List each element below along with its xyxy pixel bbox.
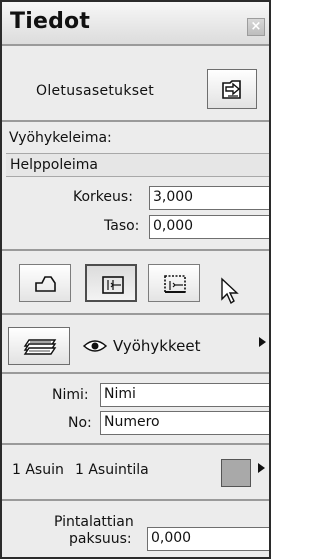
layer-name: Vyöhykkeet — [113, 337, 201, 355]
divider — [2, 443, 269, 445]
zone-name-label: Nimi: — [52, 387, 89, 403]
floor-thickness-input[interactable]: 0,000 — [147, 527, 269, 551]
category-name: 1 Asuintila — [75, 462, 149, 478]
category-code: 1 Asuin — [12, 462, 64, 478]
zone-name-input[interactable]: Nimi — [100, 383, 269, 407]
info-palette: Tiedot × Oletusasetukset Vyöhykeleima: H… — [0, 0, 271, 559]
floor-thickness-label-line1: Pintalattian — [54, 514, 134, 530]
divider — [2, 120, 269, 122]
close-button[interactable]: × — [247, 18, 265, 36]
rectangle-method-button[interactable] — [85, 264, 137, 302]
rotated-rectangle-method-button[interactable] — [148, 264, 200, 302]
polygon-outline-icon — [35, 276, 56, 292]
rectangle-icon — [102, 276, 124, 294]
category-color-swatch[interactable] — [221, 459, 251, 487]
level-input[interactable]: 0,000 — [149, 215, 269, 239]
zone-number-label: No: — [68, 415, 92, 431]
polygon-method-button[interactable] — [19, 264, 71, 302]
title-bar[interactable]: Tiedot × — [2, 2, 269, 46]
eye-icon[interactable] — [83, 339, 107, 353]
level-label: Taso: — [104, 218, 140, 234]
height-input[interactable]: 3,000 — [149, 186, 269, 210]
layer-settings-button[interactable] — [8, 327, 70, 365]
divider — [2, 372, 269, 374]
category-menu-arrow-icon[interactable] — [258, 463, 265, 473]
defaults-settings-icon — [222, 80, 241, 99]
zone-stamp-label: Vyöhykeleima: — [9, 130, 112, 146]
defaults-label: Oletusasetukset — [36, 83, 155, 99]
zone-stamp-select[interactable]: Helppoleima — [6, 153, 269, 177]
divider — [2, 499, 269, 501]
zone-number-input[interactable]: Numero — [100, 411, 269, 435]
divider — [2, 313, 269, 315]
defaults-button[interactable] — [207, 69, 257, 109]
layers-icon — [23, 339, 57, 355]
layer-menu-arrow-icon[interactable] — [259, 337, 266, 347]
window-title: Tiedot — [10, 9, 91, 34]
divider — [2, 249, 269, 251]
layer-select[interactable]: Vyöhykkeet — [75, 327, 269, 365]
rotated-rectangle-icon — [164, 275, 186, 293]
mouse-pointer-icon — [221, 277, 239, 305]
floor-thickness-label-line2: paksuus: — [69, 531, 132, 547]
height-label: Korkeus: — [73, 189, 133, 205]
